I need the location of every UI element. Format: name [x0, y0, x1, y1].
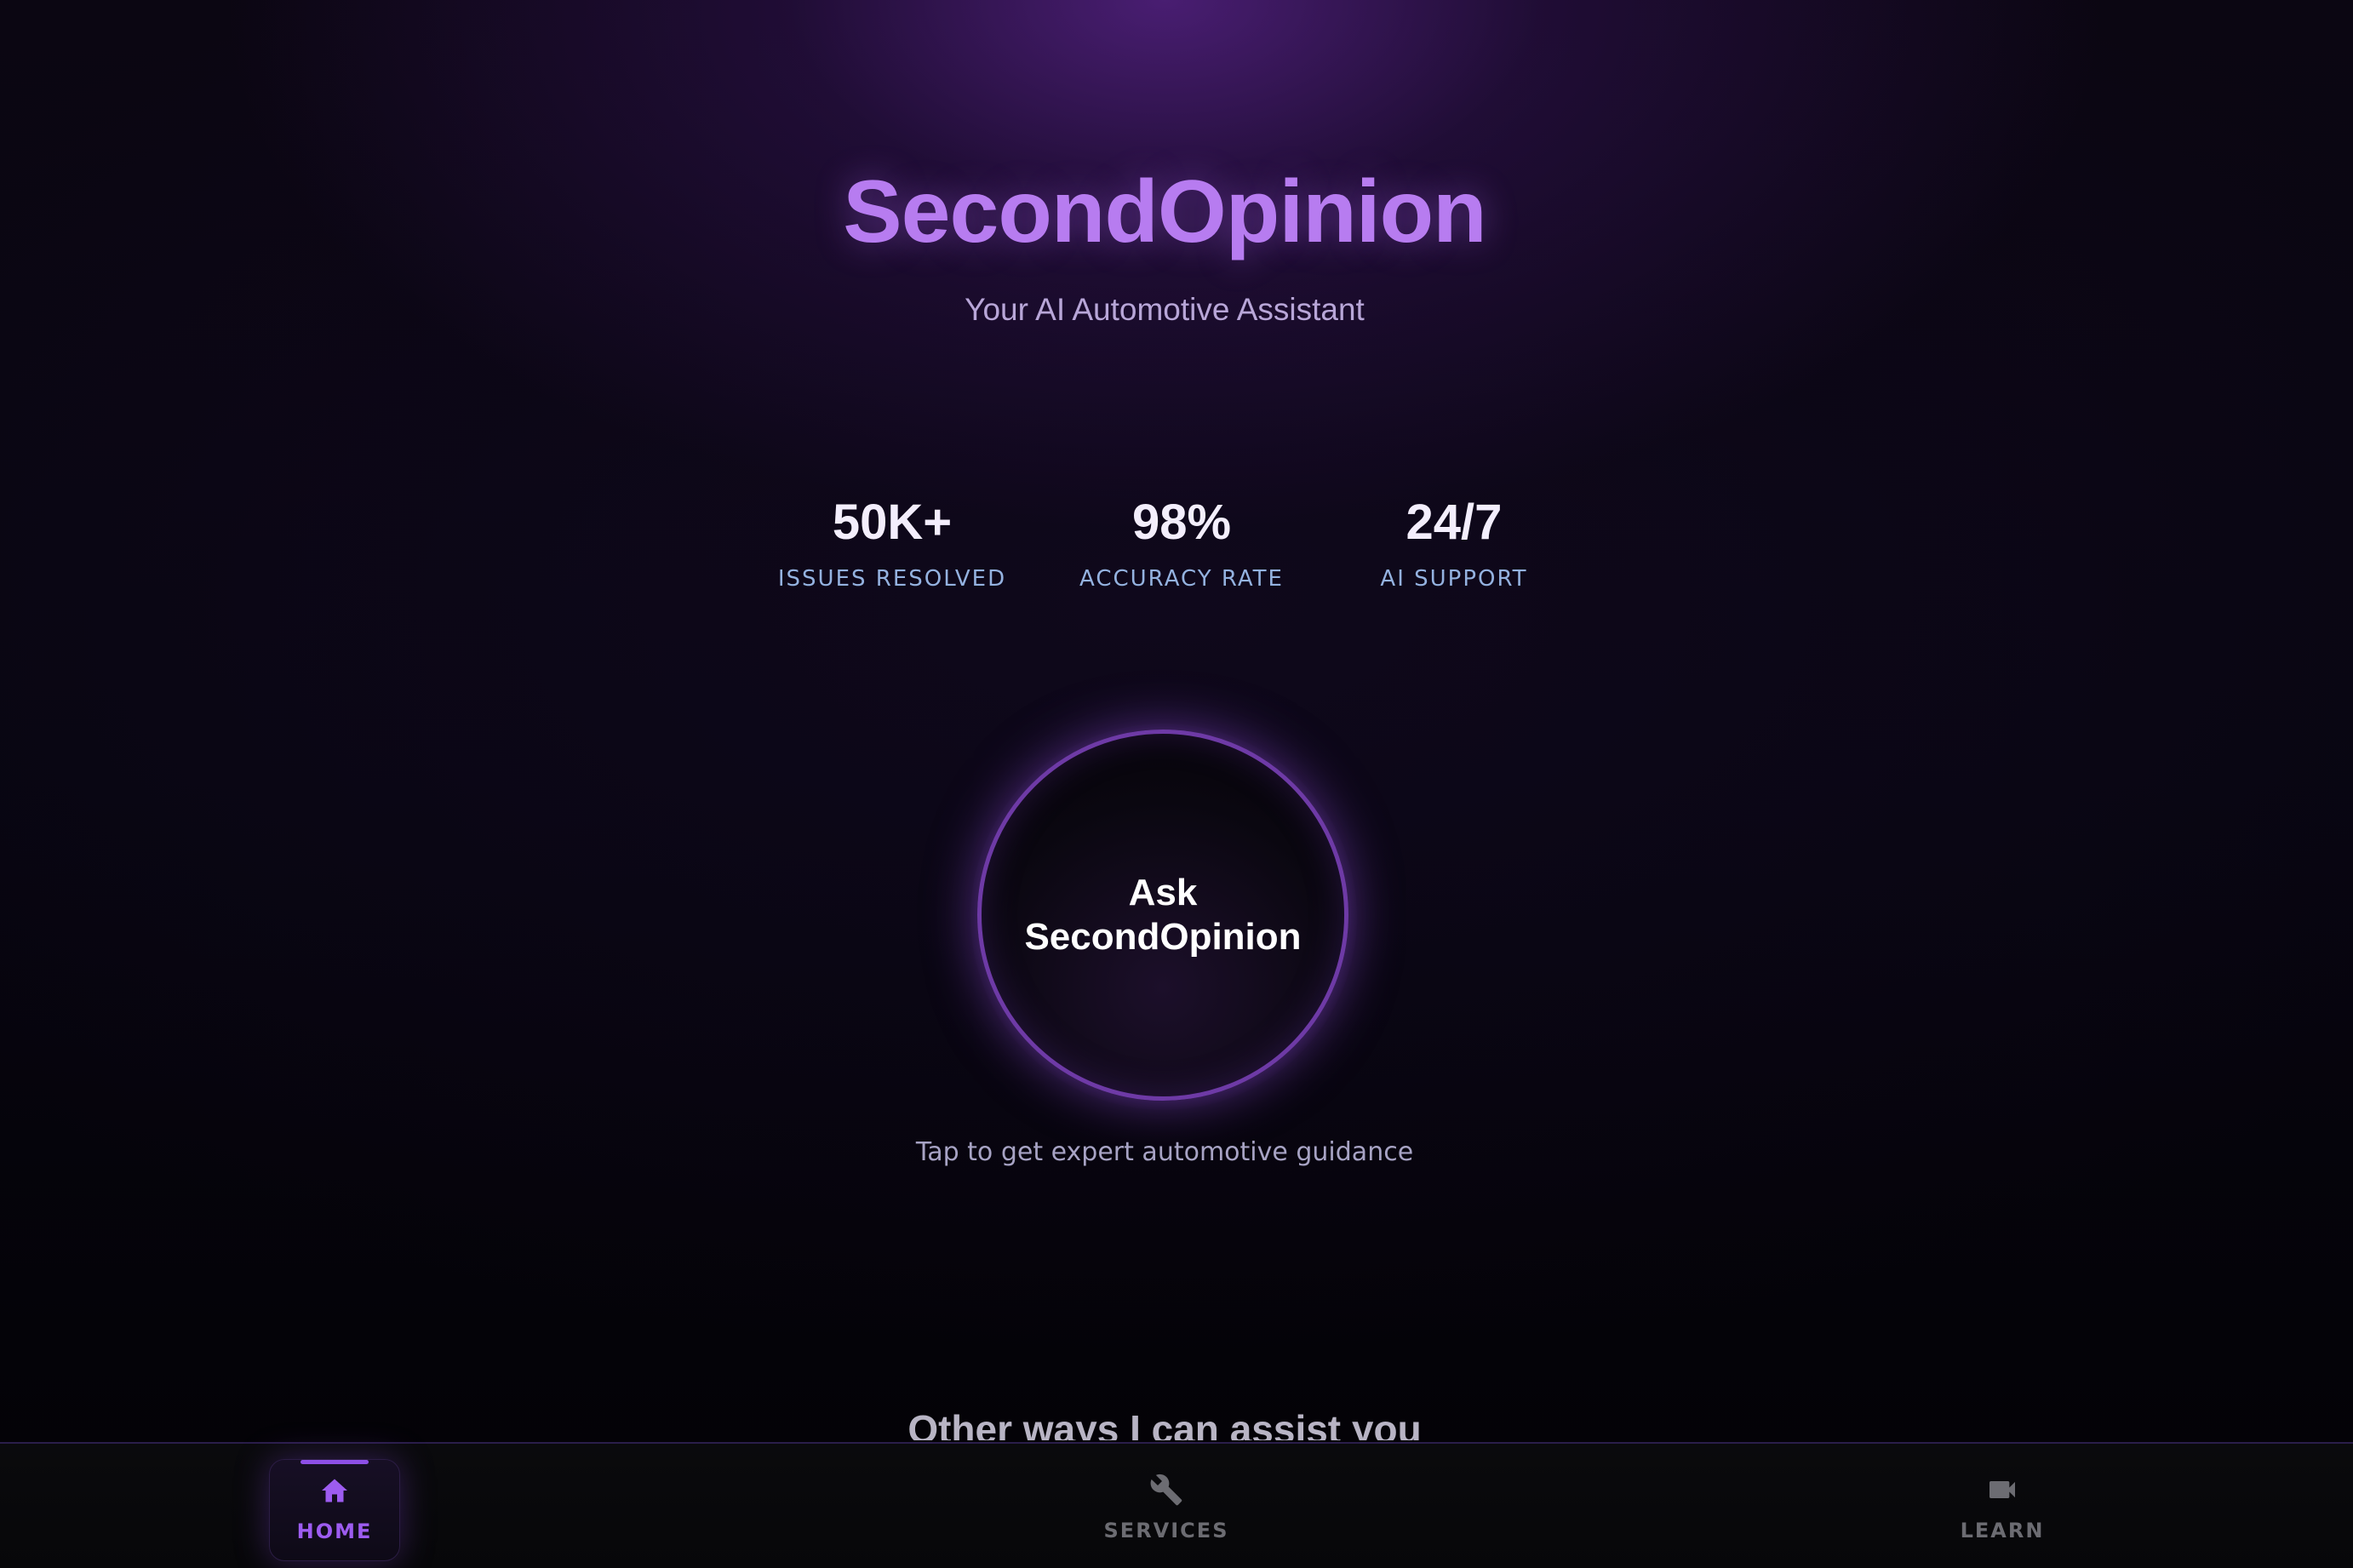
active-tab-indicator: [301, 1460, 369, 1464]
tab-label: LEARN: [1960, 1519, 2045, 1542]
stats-row: 50K+ ISSUES RESOLVED 98% ACCURACY RATE 2…: [0, 498, 2329, 592]
tab-home[interactable]: HOME: [269, 1459, 400, 1561]
stat-value: 50K+: [832, 495, 953, 550]
stat-label: AI SUPPORT: [1380, 566, 1528, 592]
other-ways-heading: Other ways I can assist you: [907, 1407, 1422, 1440]
ask-secondopinion-button[interactable]: Ask SecondOpinion: [977, 730, 1348, 1101]
ask-hint-text: Tap to get expert automotive guidance: [915, 1137, 1414, 1167]
bottom-tab-bar: HOME SERVICES LEARN: [0, 1442, 2353, 1568]
stat-accuracy-rate: 98% ACCURACY RATE: [1037, 498, 1326, 592]
stat-label: ACCURACY RATE: [1079, 566, 1284, 592]
stat-value: 24/7: [1406, 495, 1503, 550]
home-icon: [318, 1474, 352, 1508]
app-screen: SecondOpinion Your AI Automotive Assista…: [0, 0, 2353, 1568]
app-subtitle: Your AI Automotive Assistant: [965, 292, 1365, 327]
stat-issues-resolved: 50K+ ISSUES RESOLVED: [747, 498, 1037, 592]
video-camera-icon: [1985, 1473, 2019, 1507]
wrench-icon: [1149, 1473, 1183, 1507]
ask-button-label: Ask SecondOpinion: [1010, 871, 1316, 959]
stat-value: 98%: [1131, 495, 1232, 550]
stat-label: ISSUES RESOLVED: [777, 566, 1007, 592]
ask-button-line-2: SecondOpinion: [1024, 916, 1302, 958]
app-title: SecondOpinion: [843, 163, 1486, 261]
tab-label: HOME: [296, 1519, 373, 1543]
tab-services[interactable]: SERVICES: [1064, 1444, 1268, 1568]
stat-ai-support: 24/7 AI SUPPORT: [1326, 498, 1582, 592]
tab-learn[interactable]: LEARN: [1934, 1444, 2070, 1568]
ask-button-line-1: Ask: [1128, 872, 1198, 913]
tab-label: SERVICES: [1103, 1519, 1229, 1542]
